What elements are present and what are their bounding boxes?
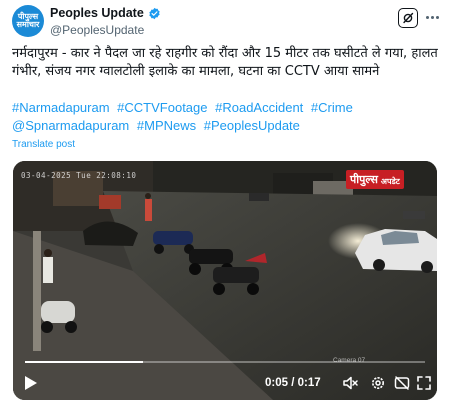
hashtag-link[interactable]: #Crime — [311, 100, 353, 115]
hashtag-link[interactable]: #RoadAccident — [215, 100, 303, 115]
play-icon[interactable] — [24, 375, 38, 391]
post-text: नर्मदापुरम - कार ने पैदल जा रहे राहगीर क… — [12, 46, 438, 79]
avatar-logo-text: पीपुल्स समाचार — [16, 12, 40, 29]
hashtag-list: #Narmadapuram #CCTVFootage #RoadAccident… — [12, 99, 440, 135]
captions-off-icon[interactable] — [394, 375, 410, 391]
settings-icon[interactable] — [370, 375, 386, 391]
hashtag-link[interactable]: #PeoplesUpdate — [204, 118, 300, 133]
video-time-display: 0:05 / 0:17 — [265, 377, 321, 389]
video-controls: 0:05 / 0:17 — [13, 367, 437, 400]
author-display-name[interactable]: Peoples Update — [50, 6, 144, 20]
verified-badge-icon — [149, 7, 160, 19]
video-progress-bar[interactable] — [25, 361, 425, 363]
video-player[interactable]: 03-04-2025 Tue 22:08:10 पीपुल्स अपडेट Ca… — [13, 161, 437, 400]
author-handle[interactable]: @PeoplesUpdate — [50, 23, 144, 37]
duration: 0:17 — [297, 377, 321, 389]
grok-icon — [403, 12, 414, 24]
more-options-button[interactable] — [423, 7, 441, 27]
current-time: 0:05 — [265, 377, 289, 389]
hashtag-link[interactable]: #Narmadapuram — [12, 100, 110, 115]
post-card[interactable]: पीपुल्स समाचार Peoples Update @PeoplesUp… — [0, 0, 449, 414]
fullscreen-icon[interactable] — [416, 375, 432, 391]
hashtag-link[interactable]: #MPNews — [137, 118, 196, 133]
video-progress-fill — [25, 361, 143, 363]
cctv-timestamp-overlay: 03-04-2025 Tue 22:08:10 — [21, 171, 137, 180]
channel-logo-watermark: पीपुल्स अपडेट — [346, 170, 404, 189]
hashtag-link[interactable]: #CCTVFootage — [117, 100, 207, 115]
more-icon — [425, 15, 429, 19]
author-name-row: Peoples Update — [50, 6, 161, 20]
volume-icon[interactable] — [342, 375, 358, 391]
translate-post-link[interactable]: Translate post — [12, 139, 75, 150]
grok-button[interactable] — [398, 8, 418, 28]
mention-link[interactable]: @Spnarmadapuram — [12, 118, 129, 133]
cctv-footage-frame — [13, 161, 437, 400]
avatar[interactable]: पीपुल्स समाचार — [12, 5, 44, 37]
